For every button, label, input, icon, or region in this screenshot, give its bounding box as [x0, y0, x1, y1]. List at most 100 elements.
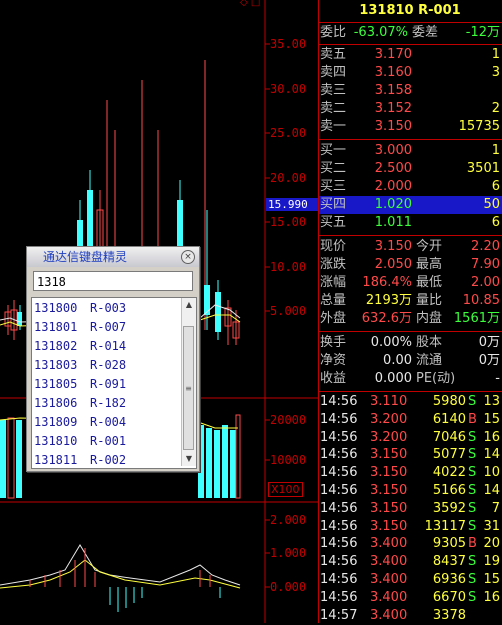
tick-vol: 6936	[432, 572, 466, 587]
tick-time: 14:56	[320, 536, 358, 552]
tick-row: 14:56 3.150 3592 S 7	[318, 500, 502, 518]
tick-vol: 4022	[432, 465, 466, 481]
list-item[interactable]: 131810 R-001	[34, 432, 126, 451]
tick-time: 14:56	[320, 518, 358, 534]
tick-extra: 10	[483, 465, 500, 481]
list-item[interactable]: 131801 R-007	[34, 318, 126, 337]
suggestion-list[interactable]: 131800 R-003 131801 R-007 131802 R-014 1318…	[31, 297, 197, 469]
indicator-lines	[0, 544, 241, 612]
tick-extra: 15	[483, 572, 500, 587]
price-tick: 35.00	[270, 37, 307, 51]
keyboard-wizard-dialog[interactable]: 通达信键盘精灵 × 1318 131800 R-003 131801 R-007 1…	[26, 246, 200, 472]
ask-row: 卖一 3.150 15735	[320, 119, 500, 134]
list-item[interactable]: 131806 R-182	[34, 394, 126, 413]
tick-bs: B	[468, 536, 477, 552]
tick-vol: 5077	[432, 447, 466, 463]
tick-row: 14:56 3.200 7046 S 16	[318, 429, 502, 447]
price-tick: 15.00	[270, 215, 307, 229]
stock-header: 131810 R-001	[318, 0, 502, 23]
tick-bs: S	[468, 500, 477, 516]
tick-extra: 20	[483, 536, 500, 552]
dialog-title: 通达信键盘精灵	[43, 250, 128, 264]
volume-tick: 20000	[270, 413, 307, 427]
tick-extra: 16	[483, 589, 500, 605]
price-tick: 10.00	[270, 260, 307, 274]
indicator-tick: 0.000	[270, 580, 307, 594]
tick-time: 14:56	[320, 572, 358, 587]
tick-bs: B	[468, 411, 477, 427]
list-item[interactable]: 131809 R-004	[34, 413, 126, 432]
scroll-down-icon[interactable]: ▼	[182, 452, 196, 466]
tick-price: 3.200	[370, 411, 408, 427]
tick-time: 14:56	[320, 483, 358, 498]
tick-row: 14:56 3.400 9305 B 20	[318, 535, 502, 553]
ask-row: 卖四 3.160 3	[320, 65, 500, 80]
tick-bs: S	[468, 429, 477, 445]
tick-extra: 31	[483, 518, 500, 534]
tick-vol: 6670	[432, 589, 466, 605]
tick-extra: 16	[483, 429, 500, 445]
tick-extra: 19	[483, 554, 500, 570]
tick-price: 3.400	[370, 572, 408, 587]
tick-row: 14:56 3.150 5166 S 14	[318, 482, 502, 500]
tick-vol: 9305	[432, 536, 466, 552]
list-item[interactable]: 131803 R-028	[34, 356, 126, 375]
tick-extra: 7	[491, 500, 500, 516]
tick-time: 14:56	[320, 394, 358, 409]
tick-price: 3.150	[370, 483, 408, 498]
tick-vol: 7046	[432, 429, 466, 445]
list-item[interactable]: 131811 R-002	[34, 451, 126, 470]
tick-extra: 14	[483, 447, 500, 463]
bid-row: 买二 2.500 3501	[320, 161, 500, 176]
tick-row: 14:56 3.150 5077 S 14	[318, 446, 502, 464]
cursor-price-label: 15.990	[266, 198, 318, 211]
indicator-tick: 2.000	[270, 513, 307, 527]
top-marker: ◇ □	[240, 0, 261, 8]
tick-extra: 15	[483, 411, 500, 427]
tick-price: 3.150	[370, 500, 408, 516]
price-tick: 30.00	[270, 82, 307, 96]
tick-bs: S	[468, 572, 477, 587]
search-input[interactable]: 1318	[33, 271, 193, 291]
weibi-row: 委比 -63.07% 委差 -12万	[320, 25, 500, 40]
list-item[interactable]: 131805 R-091	[34, 375, 126, 394]
tick-price: 3.150	[370, 465, 408, 481]
list-scrollbar[interactable]: ▲ ≡ ▼	[181, 298, 196, 466]
tick-price: 3.400	[370, 554, 408, 570]
ask-row: 卖五 3.170 1	[320, 47, 500, 62]
price-tick: 25.00	[270, 126, 307, 140]
scroll-thumb[interactable]: ≡	[183, 326, 194, 450]
tick-row: 14:56 3.400 6670 S 16	[318, 589, 502, 607]
tick-time: 14:57	[320, 607, 358, 623]
tick-price: 3.400	[370, 607, 408, 623]
tick-price: 3.400	[370, 536, 408, 552]
tick-bs: S	[468, 465, 477, 481]
tick-time: 14:56	[320, 429, 358, 445]
tick-bs: S	[468, 554, 477, 570]
close-icon[interactable]: ×	[181, 250, 195, 264]
list-item[interactable]: 131800 R-003	[34, 299, 126, 318]
volume-unit-label: X100	[268, 482, 303, 497]
tick-price: 3.150	[370, 518, 408, 534]
bid-row: 买四 1.020 50	[318, 196, 502, 214]
tick-row: 14:56 3.150 4022 S 10	[318, 464, 502, 482]
tick-vol: 5166	[432, 483, 466, 498]
bid-row: 买五 1.011 6	[320, 215, 500, 230]
bid-row: 买三 2.000 6	[320, 179, 500, 194]
tick-bs: S	[468, 518, 477, 534]
dialog-title-bar[interactable]: 通达信键盘精灵 ×	[27, 247, 199, 267]
tick-vol: 13117	[424, 518, 466, 534]
stat-row: 涨跌 2.050 最高 7.90	[320, 257, 500, 272]
volume-tick: 10000	[270, 453, 307, 467]
tick-time: 14:56	[320, 554, 358, 570]
scroll-up-icon[interactable]: ▲	[182, 298, 196, 312]
price-tick: 20.00	[270, 171, 307, 185]
quote-panel: 131810 R-001 委比 -63.07% 委差 -12万 卖五 3.170 1…	[318, 0, 502, 623]
bid-row: 买一 3.000 1	[320, 143, 500, 158]
list-item[interactable]: 131802 R-014	[34, 337, 126, 356]
ask-row: 卖二 3.152 2	[320, 101, 500, 116]
tick-row: 14:56 3.200 6140 B 15	[318, 411, 502, 429]
stat-row: 现价 3.150 今开 2.20	[320, 239, 500, 254]
tick-vol: 8437	[432, 554, 466, 570]
tick-bs: S	[468, 447, 477, 463]
